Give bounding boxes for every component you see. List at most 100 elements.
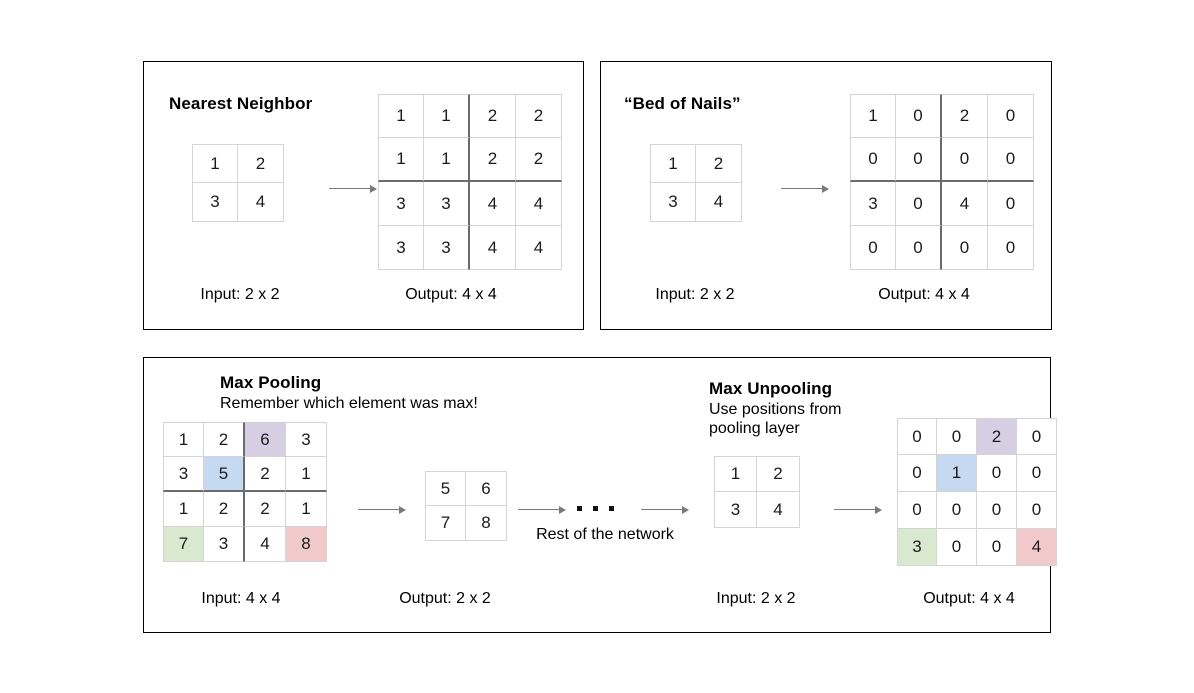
nearest-neighbor-input-grid: 1234 — [192, 144, 284, 222]
grid-cell: 0 — [897, 418, 937, 455]
grid-cell: 3 — [650, 183, 696, 222]
arrow-shaft — [781, 187, 822, 190]
grid-cell: 2 — [204, 422, 245, 457]
ellipsis-dots — [577, 506, 614, 511]
grid-cell: 1 — [937, 455, 977, 492]
max-unpooling-input-caption: Input: 2 x 2 — [716, 590, 796, 607]
bed-of-nails-input-caption: Input: 2 x 2 — [655, 286, 735, 303]
max-unpooling-output-grid: 0020010000003004 — [897, 418, 1057, 566]
panel-nearest-neighbor: Nearest Neighbor 1234 1122112233443344 I… — [143, 61, 584, 330]
arrow-head — [682, 505, 689, 514]
grid-cell: 0 — [977, 492, 1017, 529]
arrow-max-unpooling — [834, 504, 882, 515]
grid-cell: 0 — [988, 94, 1034, 138]
grid-cell: 4 — [245, 527, 286, 562]
arrow-head — [399, 505, 406, 514]
grid-cell: 6 — [466, 471, 507, 506]
arrow-shaft — [834, 508, 875, 511]
nearest-neighbor-input-caption: Input: 2 x 2 — [200, 286, 280, 303]
grid-cell: 4 — [238, 183, 284, 222]
max-unpooling-output-caption: Output: 4 x 4 — [923, 590, 1015, 607]
grid-cell: 4 — [696, 183, 742, 222]
arrow-head — [559, 505, 566, 514]
ellipsis-dot — [577, 506, 582, 511]
arrow-bed-of-nails — [781, 183, 829, 194]
rest-of-network-label: Rest of the network — [536, 526, 674, 543]
grid-cell: 7 — [425, 506, 466, 541]
grid-cell: 4 — [1017, 529, 1057, 566]
grid-cell: 0 — [850, 226, 896, 270]
grid-cell: 5 — [204, 457, 245, 492]
ellipsis-dot — [609, 506, 614, 511]
grid-cell: 3 — [378, 182, 424, 226]
grid-cell: 1 — [650, 144, 696, 183]
grid-cell: 0 — [897, 455, 937, 492]
arrow-shaft — [518, 508, 559, 511]
arrow-nearest-neighbor — [329, 183, 377, 194]
grid-cell: 0 — [942, 226, 988, 270]
arrow-shaft — [641, 508, 682, 511]
arrow-rest-of-network-left — [518, 504, 566, 515]
grid-cell: 2 — [470, 138, 516, 182]
grid-cell: 4 — [516, 182, 562, 226]
grid-cell: 0 — [977, 529, 1017, 566]
grid-cell: 2 — [516, 94, 562, 138]
grid-cell: 2 — [204, 492, 245, 527]
grid-cell: 0 — [896, 226, 942, 270]
grid-cell: 2 — [470, 94, 516, 138]
grid-cell: 0 — [937, 418, 977, 455]
panel-bed-of-nails: “Bed of Nails” 1234 1020000030400000 Inp… — [600, 61, 1052, 330]
grid-cell: 1 — [424, 94, 470, 138]
grid-cell: 0 — [1017, 455, 1057, 492]
panel-max-pooling-unpooling: Max Pooling Remember which element was m… — [143, 357, 1057, 633]
nearest-neighbor-output-grid: 1122112233443344 — [378, 94, 562, 270]
grid-cell: 6 — [245, 422, 286, 457]
grid-cell: 3 — [378, 226, 424, 270]
nearest-neighbor-output-caption: Output: 4 x 4 — [405, 286, 497, 303]
max-unpooling-subtitle-line2: pooling layer — [709, 420, 800, 437]
grid-cell: 2 — [245, 457, 286, 492]
grid-cell: 0 — [897, 492, 937, 529]
grid-cell: 1 — [286, 457, 327, 492]
grid-cell: 0 — [988, 226, 1034, 270]
grid-cell: 0 — [850, 138, 896, 182]
max-pooling-input-grid: 1263352112217348 — [163, 422, 327, 562]
max-pooling-subtitle: Remember which element was max! — [220, 395, 478, 412]
grid-cell: 8 — [466, 506, 507, 541]
page-title-max-pooling: Max Pooling — [220, 373, 322, 392]
grid-cell: 1 — [163, 492, 204, 527]
bed-of-nails-output-grid: 1020000030400000 — [850, 94, 1034, 270]
grid-cell: 0 — [937, 529, 977, 566]
arrow-head — [875, 505, 882, 514]
arrow-head — [822, 184, 829, 193]
grid-cell: 1 — [378, 138, 424, 182]
grid-cell: 1 — [192, 144, 238, 183]
max-pooling-output-grid: 5678 — [425, 471, 507, 541]
grid-cell: 1 — [714, 456, 757, 492]
grid-cell: 2 — [977, 418, 1017, 455]
grid-cell: 0 — [988, 138, 1034, 182]
grid-cell: 0 — [1017, 492, 1057, 529]
grid-cell: 4 — [942, 182, 988, 226]
bed-of-nails-output-caption: Output: 4 x 4 — [878, 286, 970, 303]
grid-cell: 1 — [850, 94, 896, 138]
grid-cell: 0 — [896, 94, 942, 138]
grid-cell: 3 — [714, 492, 757, 528]
arrow-head — [370, 184, 377, 193]
grid-cell: 1 — [378, 94, 424, 138]
arrow-shaft — [329, 187, 370, 190]
grid-cell: 0 — [896, 138, 942, 182]
grid-cell: 4 — [470, 182, 516, 226]
arrow-max-pooling — [358, 504, 406, 515]
arrow-rest-of-network-right — [641, 504, 689, 515]
grid-cell: 3 — [286, 422, 327, 457]
max-pooling-input-caption: Input: 4 x 4 — [201, 590, 281, 607]
page-title-bed-of-nails: “Bed of Nails” — [624, 94, 741, 113]
grid-cell: 2 — [516, 138, 562, 182]
grid-cell: 5 — [425, 471, 466, 506]
grid-cell: 0 — [942, 138, 988, 182]
grid-cell: 3 — [192, 183, 238, 222]
grid-cell: 2 — [942, 94, 988, 138]
page-title-max-unpooling: Max Unpooling — [709, 379, 833, 398]
grid-cell: 7 — [163, 527, 204, 562]
